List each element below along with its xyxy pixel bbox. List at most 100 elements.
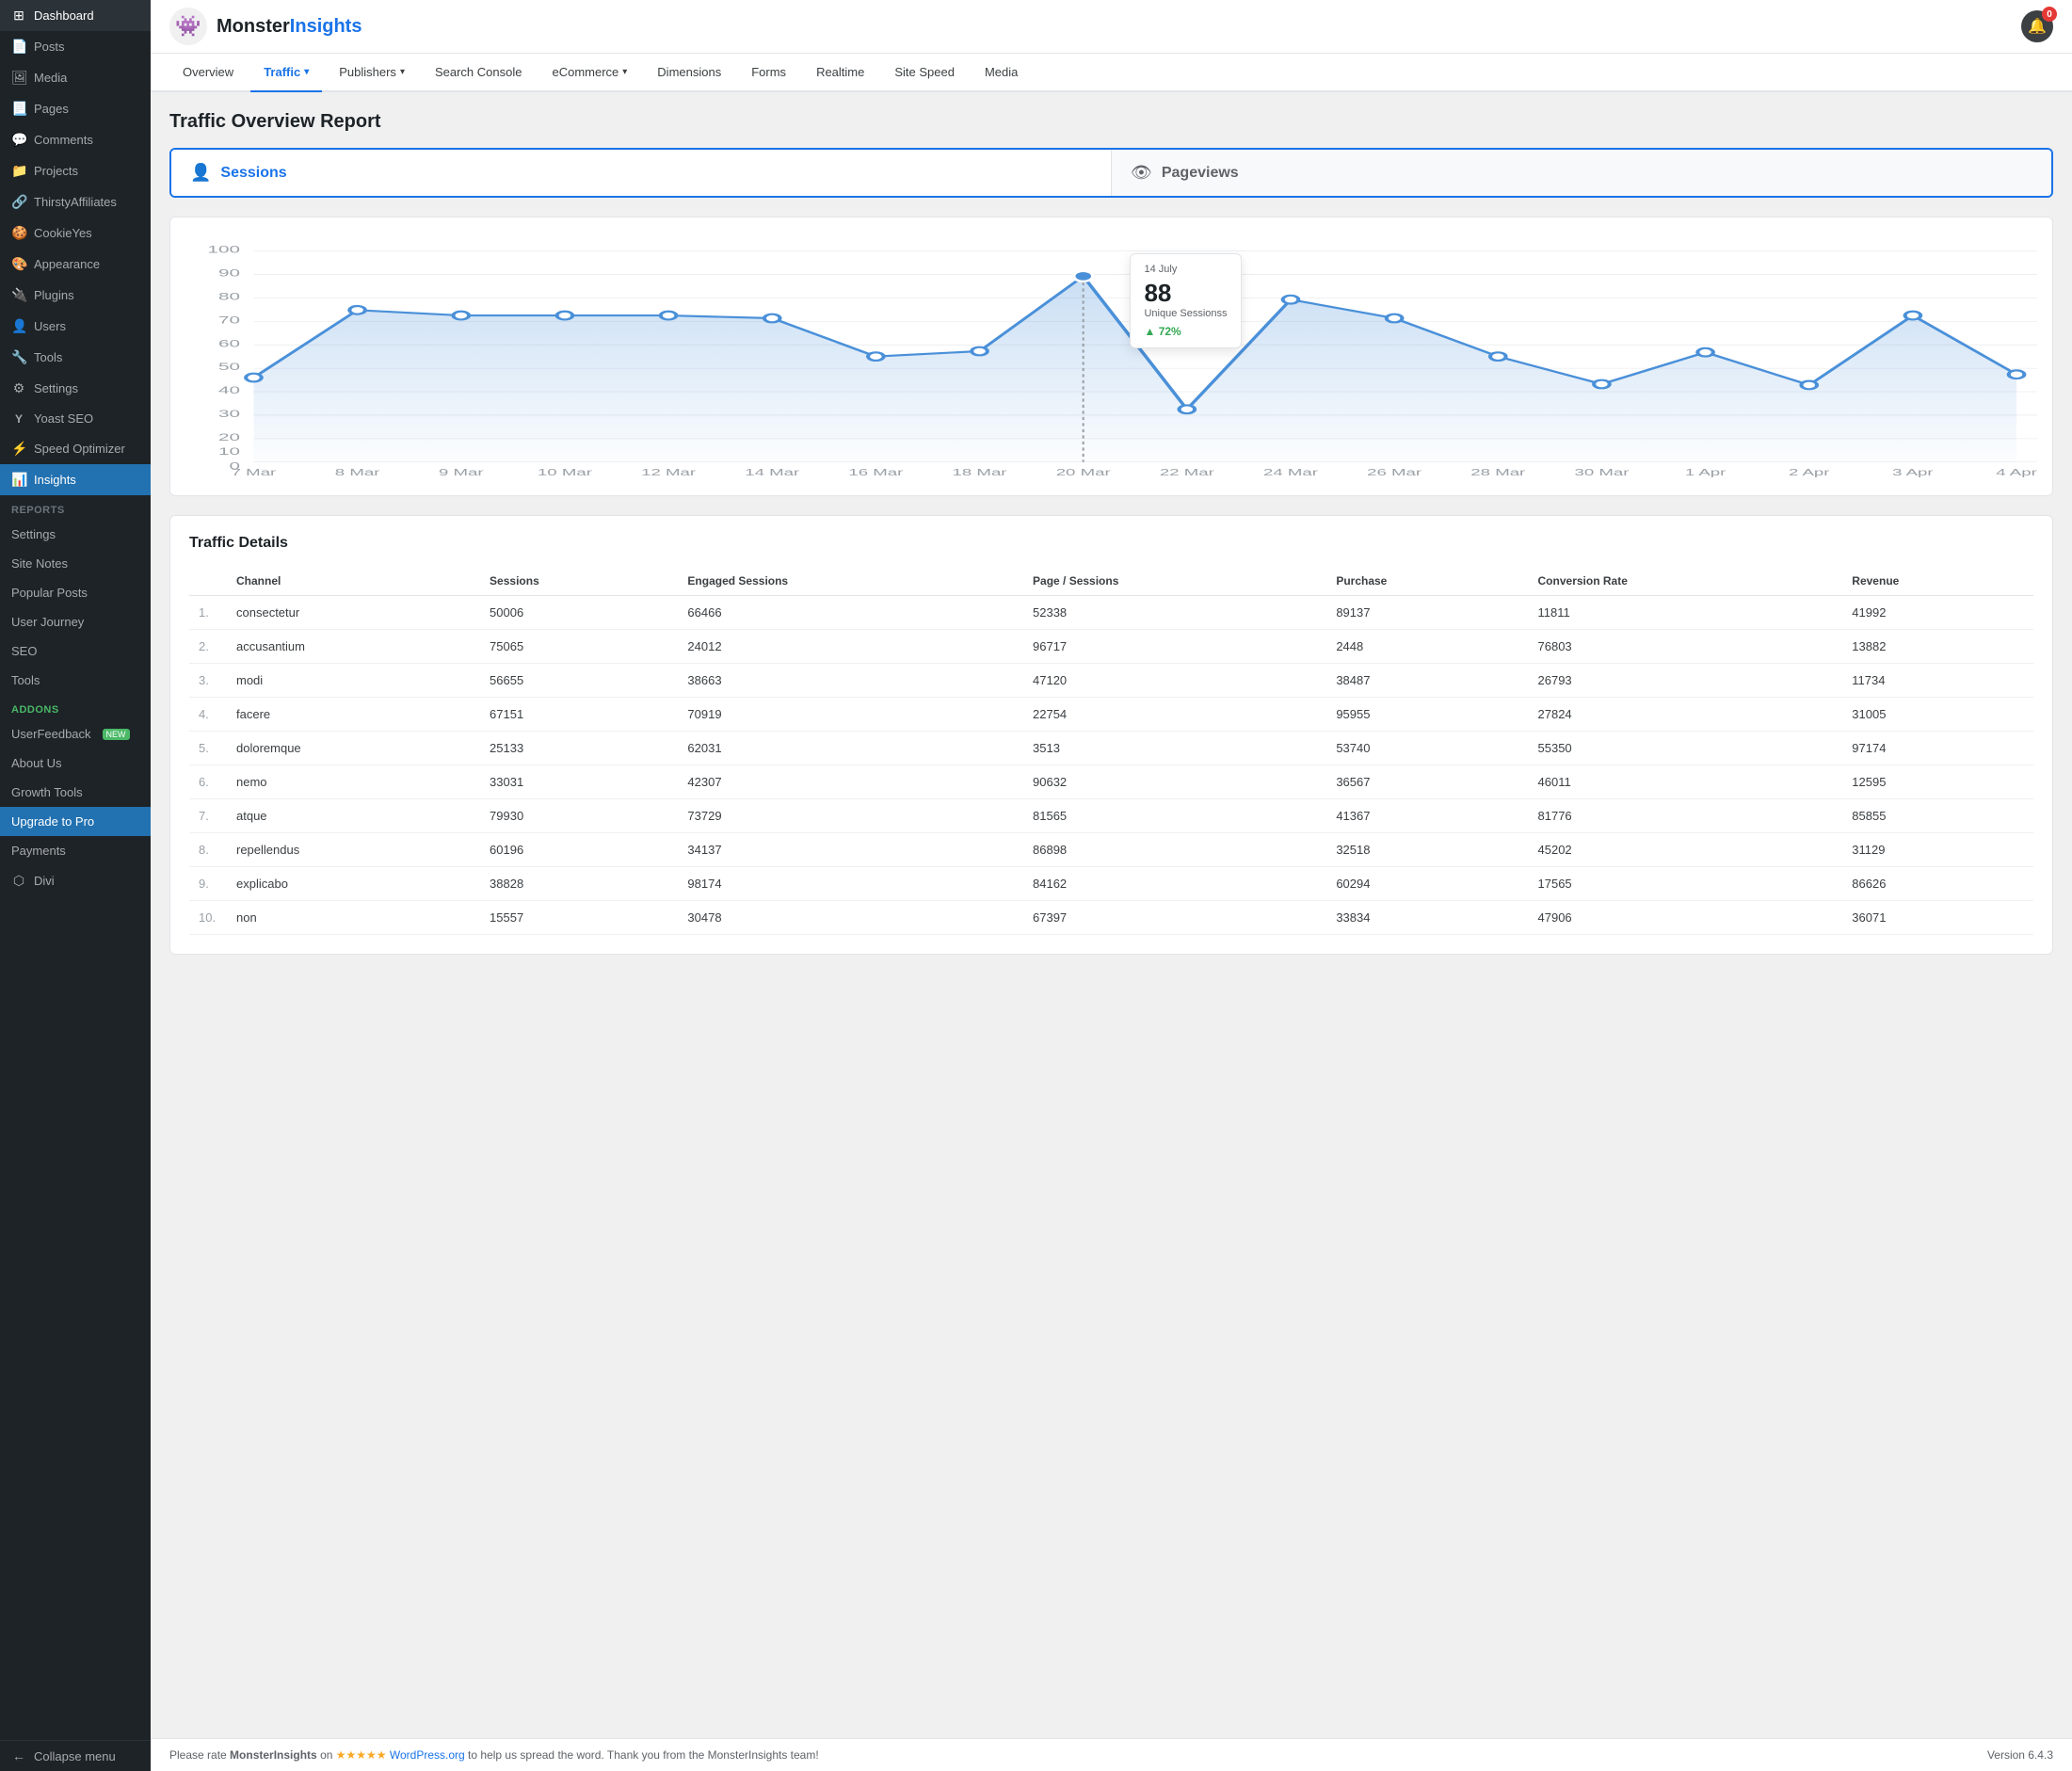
sidebar-item-users[interactable]: 👤 Users <box>0 311 151 342</box>
table-row: 5. doloremque 25133 62031 3513 53740 553… <box>189 732 2033 765</box>
tools-icon: 🔧 <box>11 349 26 365</box>
svg-text:14 Mar: 14 Mar <box>745 468 799 477</box>
main-content: 👾 MonsterInsights 🔔 0 Overview Traffic ▾… <box>151 0 2072 1771</box>
svg-text:👾: 👾 <box>175 14 201 38</box>
row-sessions: 79930 <box>480 799 678 833</box>
sidebar-item-about-us[interactable]: About Us <box>0 749 151 778</box>
sidebar-item-speed[interactable]: ⚡ Speed Optimizer <box>0 433 151 464</box>
row-sessions: 67151 <box>480 698 678 732</box>
sidebar-item-growth-tools[interactable]: Growth Tools <box>0 778 151 807</box>
thirsty-icon: 🔗 <box>11 194 26 210</box>
sidebar-item-comments[interactable]: 💬 Comments <box>0 124 151 155</box>
sidebar-item-settings[interactable]: ⚙ Settings <box>0 373 151 404</box>
row-conv-rate: 11811 <box>1529 596 1843 630</box>
sessions-card[interactable]: 👤 Sessions <box>171 150 1112 196</box>
notification-button[interactable]: 🔔 0 <box>2021 10 2053 42</box>
row-num: 3. <box>189 664 227 698</box>
table-row: 10. non 15557 30478 67397 33834 47906 36… <box>189 901 2033 935</box>
row-sessions: 56655 <box>480 664 678 698</box>
sidebar-item-insights[interactable]: 📊 Insights <box>0 464 151 495</box>
row-page-sessions: 3513 <box>1023 732 1326 765</box>
row-purchase: 32518 <box>1326 833 1528 867</box>
brand-name: MonsterInsights <box>217 16 361 38</box>
row-engaged: 62031 <box>678 732 1023 765</box>
tab-ecommerce[interactable]: eCommerce ▾ <box>538 54 640 92</box>
row-conv-rate: 46011 <box>1529 765 1843 799</box>
tab-media[interactable]: Media <box>972 54 1031 92</box>
svg-text:50: 50 <box>218 361 240 372</box>
row-engaged: 38663 <box>678 664 1023 698</box>
sidebar-item-popular-posts[interactable]: Popular Posts <box>0 578 151 607</box>
footer-wordpress-link[interactable]: WordPress.org <box>390 1748 465 1762</box>
row-conv-rate: 76803 <box>1529 630 1843 664</box>
sidebar-item-dashboard[interactable]: ⊞ Dashboard <box>0 0 151 31</box>
sidebar-item-divi[interactable]: ⬡ Divi <box>0 865 151 896</box>
sidebar-item-userfeedback[interactable]: UserFeedback NEW <box>0 719 151 749</box>
row-num: 4. <box>189 698 227 732</box>
topbar: 👾 MonsterInsights 🔔 0 <box>151 0 2072 54</box>
col-revenue: Revenue <box>1842 567 2033 596</box>
svg-text:100: 100 <box>207 244 240 255</box>
sidebar-item-report-settings[interactable]: Settings <box>0 520 151 549</box>
chart-container: 14 July 88 Unique Sessionss ▲ 72% 100 90… <box>169 217 2053 496</box>
row-conv-rate: 81776 <box>1529 799 1843 833</box>
sidebar-item-tools[interactable]: 🔧 Tools <box>0 342 151 373</box>
reports-section-label: Reports <box>0 495 151 520</box>
row-channel: consectetur <box>227 596 480 630</box>
table-row: 6. nemo 33031 42307 90632 36567 46011 12… <box>189 765 2033 799</box>
sidebar-item-media[interactable]: 🖼 Media <box>0 62 151 93</box>
sidebar-item-posts[interactable]: 📄 Posts <box>0 31 151 62</box>
table-row: 9. explicabo 38828 98174 84162 60294 175… <box>189 867 2033 901</box>
row-revenue: 97174 <box>1842 732 2033 765</box>
row-revenue: 13882 <box>1842 630 2033 664</box>
sidebar-item-upgrade[interactable]: Upgrade to Pro <box>0 807 151 836</box>
pageviews-card[interactable]: 👁 Pageviews <box>1112 150 2051 196</box>
tab-traffic[interactable]: Traffic ▾ <box>250 54 322 92</box>
sidebar-item-user-journey[interactable]: User Journey <box>0 607 151 636</box>
tab-dimensions[interactable]: Dimensions <box>644 54 734 92</box>
tab-site-speed[interactable]: Site Speed <box>881 54 968 92</box>
row-num: 9. <box>189 867 227 901</box>
row-revenue: 41992 <box>1842 596 2033 630</box>
sidebar-item-cookieyes[interactable]: 🍪 CookieYes <box>0 217 151 249</box>
tab-overview[interactable]: Overview <box>169 54 247 92</box>
sidebar-item-thirsty[interactable]: 🔗 ThirstyAffiliates <box>0 186 151 217</box>
svg-text:90: 90 <box>218 267 240 279</box>
row-num: 10. <box>189 901 227 935</box>
tab-realtime[interactable]: Realtime <box>803 54 877 92</box>
col-page-sessions: Page / Sessions <box>1023 567 1326 596</box>
row-sessions: 75065 <box>480 630 678 664</box>
brand-logo: 👾 <box>169 8 207 45</box>
svg-text:80: 80 <box>218 291 240 302</box>
sidebar-item-projects[interactable]: 📁 Projects <box>0 155 151 186</box>
tab-forms[interactable]: Forms <box>738 54 799 92</box>
sidebar-item-site-notes[interactable]: Site Notes <box>0 549 151 578</box>
brand: 👾 MonsterInsights <box>169 8 361 45</box>
row-engaged: 70919 <box>678 698 1023 732</box>
notification-badge: 0 <box>2042 7 2057 22</box>
sidebar-item-collapse[interactable]: ← Collapse menu <box>0 1740 151 1771</box>
svg-text:8 Mar: 8 Mar <box>335 468 380 477</box>
nav-tabs: Overview Traffic ▾ Publishers ▾ Search C… <box>151 54 2072 92</box>
insights-icon: 📊 <box>11 472 26 488</box>
row-sessions: 33031 <box>480 765 678 799</box>
footer-text: Please rate MonsterInsights on ★★★★★ Wor… <box>169 1748 819 1762</box>
sidebar-item-seo[interactable]: SEO <box>0 636 151 666</box>
row-sessions: 15557 <box>480 901 678 935</box>
sidebar-item-pages[interactable]: 📃 Pages <box>0 93 151 124</box>
sidebar-item-payments[interactable]: Payments <box>0 836 151 865</box>
row-conv-rate: 55350 <box>1529 732 1843 765</box>
row-channel: accusantium <box>227 630 480 664</box>
tab-publishers[interactable]: Publishers ▾ <box>326 54 418 92</box>
tab-search-console[interactable]: Search Console <box>422 54 536 92</box>
sidebar-item-appearance[interactable]: 🎨 Appearance <box>0 249 151 280</box>
svg-text:3 Apr: 3 Apr <box>1892 468 1934 477</box>
row-page-sessions: 81565 <box>1023 799 1326 833</box>
sidebar-item-yoast[interactable]: Y Yoast SEO <box>0 404 151 433</box>
sidebar-tools-label[interactable]: Tools <box>0 666 151 695</box>
col-channel: Channel <box>227 567 480 596</box>
sidebar-item-plugins[interactable]: 🔌 Plugins <box>0 280 151 311</box>
row-engaged: 24012 <box>678 630 1023 664</box>
publishers-dropdown-arrow: ▾ <box>400 67 405 77</box>
svg-text:20 Mar: 20 Mar <box>1056 468 1111 477</box>
